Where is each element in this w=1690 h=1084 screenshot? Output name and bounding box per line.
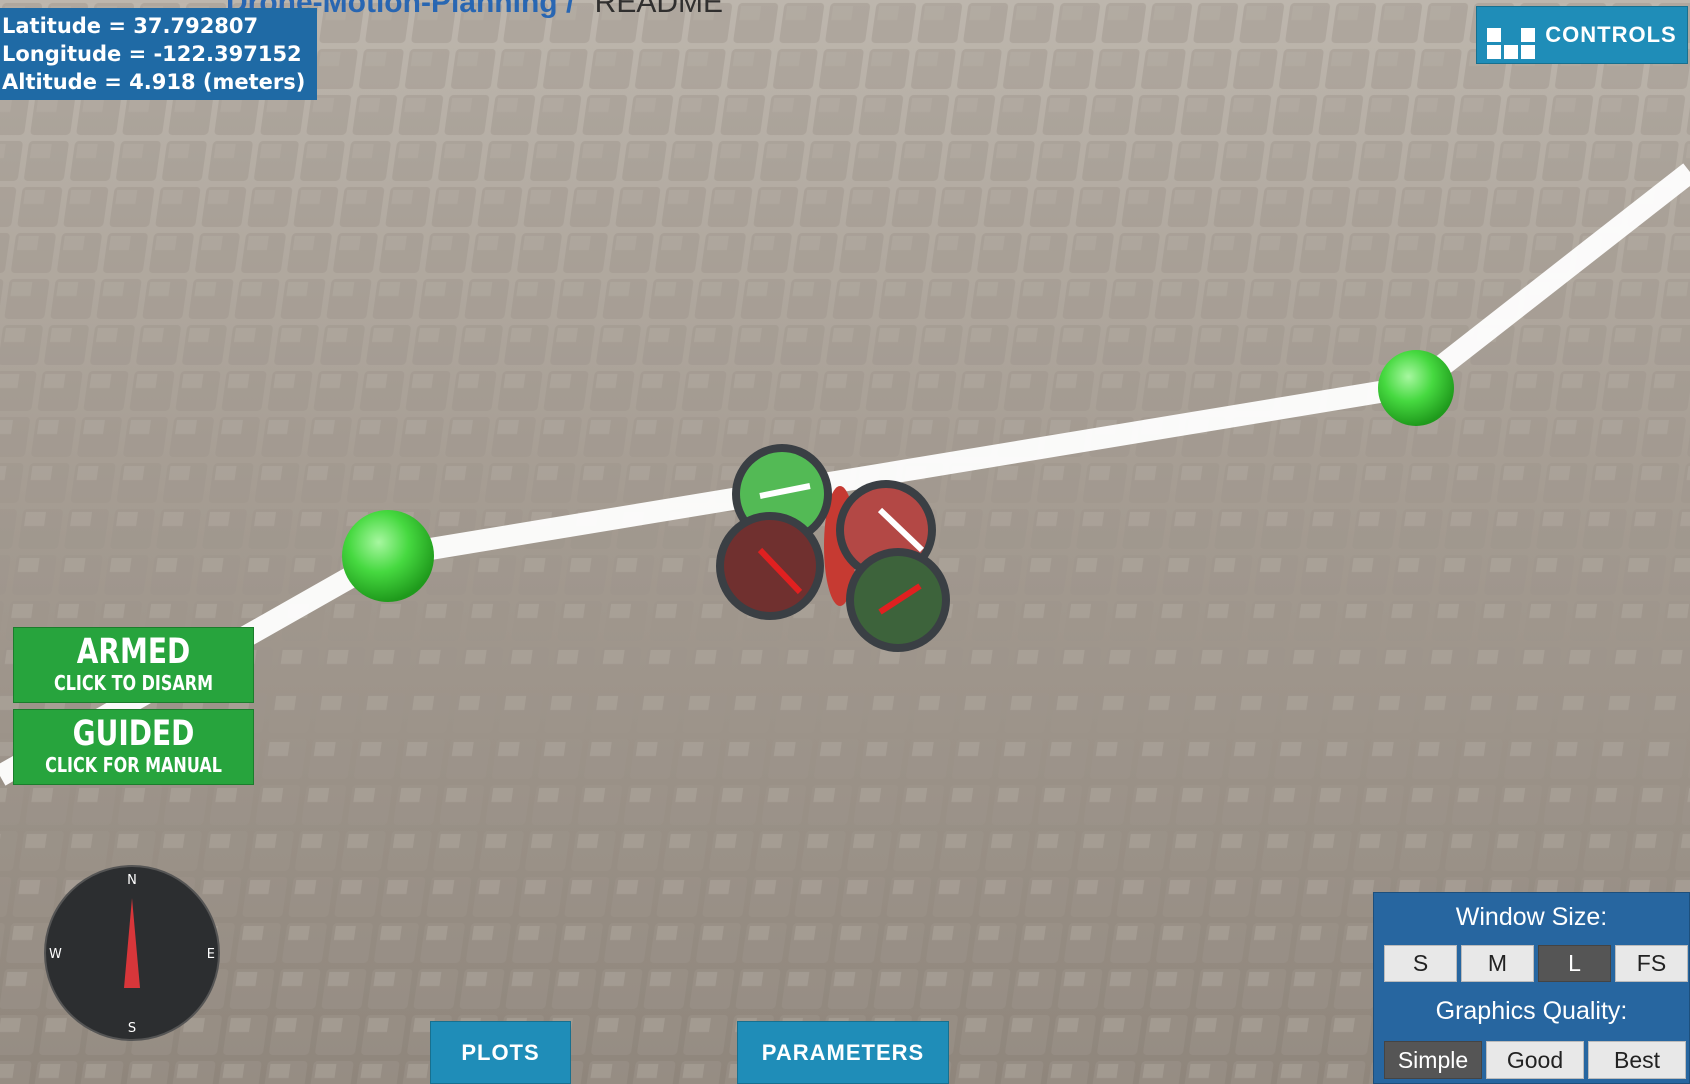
breadcrumb-separator: / — [565, 0, 575, 19]
controls-button-label: CONTROLS — [1545, 22, 1677, 47]
arm-action-label: CLICK TO DISARM — [53, 671, 214, 695]
compass-west: W — [49, 947, 62, 962]
window-size-title: Window Size: — [1455, 903, 1608, 931]
waypoint-marker — [342, 510, 434, 602]
parameters-button[interactable]: PARAMETERS — [737, 1021, 949, 1084]
mode-status-label: GUIDED — [72, 714, 195, 754]
grid-icon — [1487, 11, 1536, 59]
compass-south: S — [128, 1021, 136, 1036]
graphics-quality-options: Simple Good Best — [1384, 1041, 1686, 1079]
compass-east: E — [207, 947, 215, 962]
mode-toggle-button[interactable]: GUIDED CLICK FOR MANUAL — [13, 709, 254, 785]
window-size-fs-button[interactable]: FS — [1615, 945, 1688, 982]
waypoint-marker — [1378, 350, 1454, 426]
window-size-s-button[interactable]: S — [1384, 945, 1457, 982]
telemetry-readout: Latitude = 37.792807 Longitude = -122.39… — [0, 8, 318, 100]
graphics-best-button[interactable]: Best — [1588, 1041, 1686, 1079]
graphics-quality-title: Graphics Quality: — [1435, 997, 1628, 1025]
arm-toggle-button[interactable]: ARMED CLICK TO DISARM — [13, 627, 254, 703]
settings-panel: Window Size: S M L FS Graphics Quality: … — [1373, 892, 1690, 1084]
compass: N S E W — [44, 865, 220, 1041]
altitude-text: Altitude = 4.918 (meters) — [2, 70, 306, 94]
mode-action-label: CLICK FOR MANUAL — [45, 753, 222, 777]
compass-north: N — [127, 873, 137, 888]
latitude-text: Latitude = 37.792807 — [2, 14, 259, 38]
plots-button[interactable]: PLOTS — [430, 1021, 571, 1084]
graphics-simple-button[interactable]: Simple — [1384, 1041, 1482, 1079]
window-size-l-button[interactable]: L — [1538, 945, 1611, 982]
arm-status-label: ARMED — [76, 632, 191, 672]
graphics-good-button[interactable]: Good — [1486, 1041, 1584, 1079]
window-size-options: S M L FS — [1384, 945, 1688, 982]
readme-tab[interactable]: README — [595, 0, 723, 19]
window-size-m-button[interactable]: M — [1461, 945, 1534, 982]
longitude-text: Longitude = -122.397152 — [2, 42, 302, 66]
controls-button[interactable]: CONTROLS — [1476, 6, 1688, 64]
